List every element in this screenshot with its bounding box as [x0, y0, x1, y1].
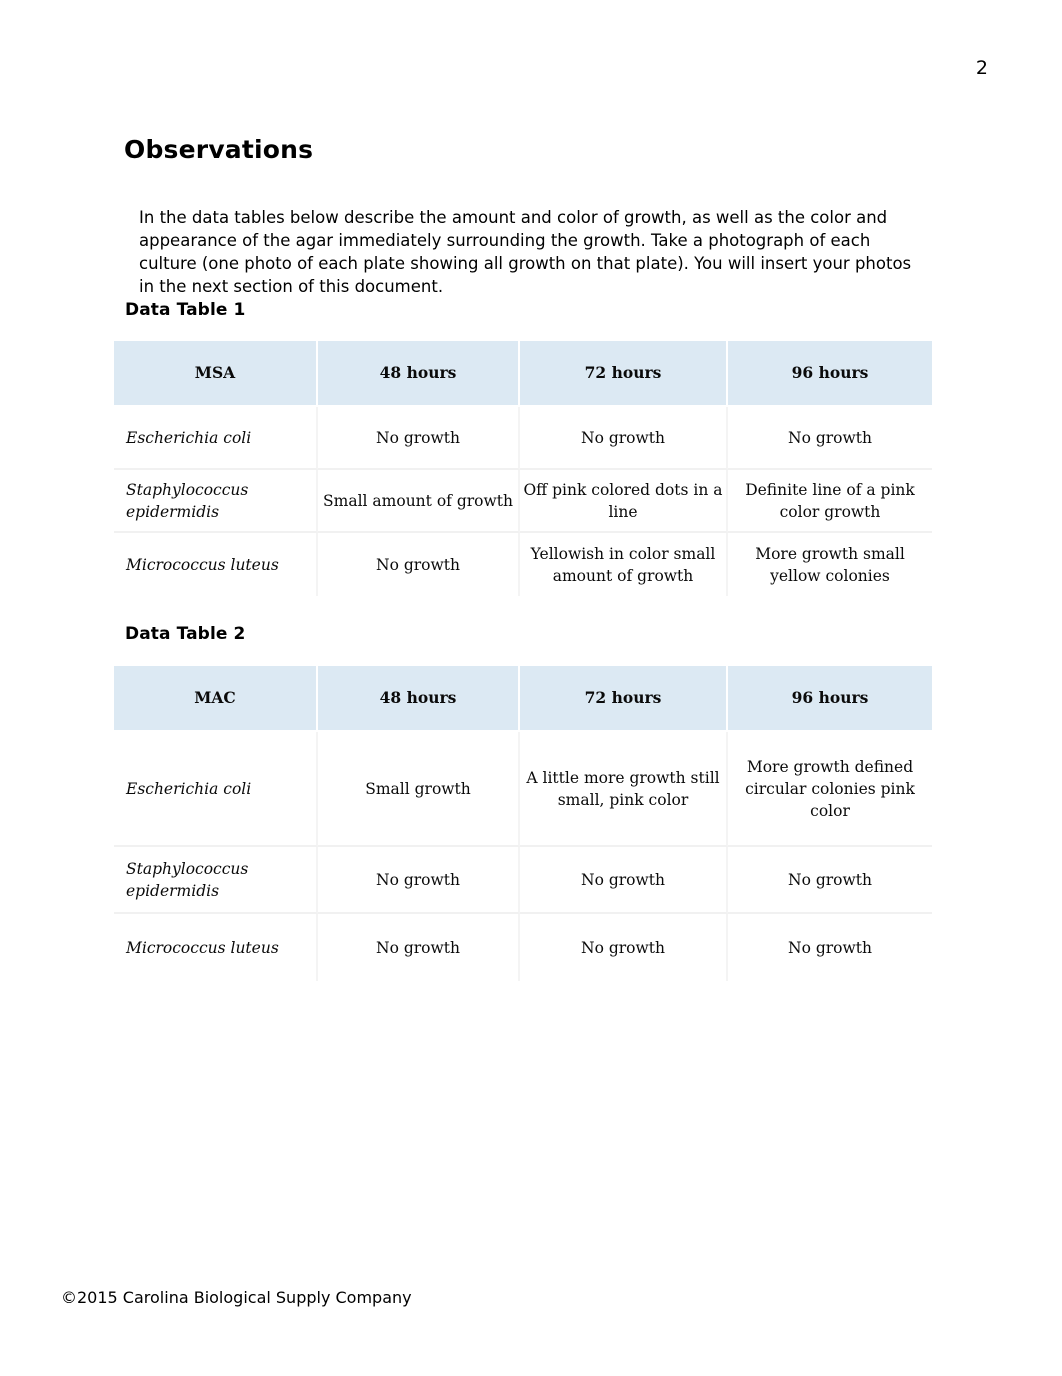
table-1-header-cell-medium: MSA — [114, 341, 318, 407]
table-1-body: Escherichia coli No growth No growth No … — [114, 407, 932, 596]
observation-cell[interactable]: No growth — [520, 407, 728, 470]
table-2-header-cell-72-hours: 72 hours — [520, 666, 728, 732]
observation-cell[interactable]: Yellowish in color small amount of growt… — [520, 533, 728, 596]
observation-cell[interactable]: No growth — [728, 407, 932, 470]
table-1-header-cell-48-hours: 48 hours — [318, 341, 520, 407]
document-page: 2 Observations In the data tables below … — [0, 0, 1062, 1376]
species-name: Escherichia coli — [114, 407, 318, 470]
species-name: Escherichia coli — [114, 732, 318, 847]
observation-cell[interactable]: More growth defined circular colonies pi… — [728, 732, 932, 847]
data-table-2-caption: Data Table 2 — [125, 624, 246, 644]
table-row: Staphylococcus epidermidis Small amount … — [114, 470, 932, 533]
table-2-header-cell-48-hours: 48 hours — [318, 666, 520, 732]
observation-cell[interactable]: Definite line of a pink color growth — [728, 470, 932, 533]
observation-cell[interactable]: No growth — [520, 847, 728, 914]
observation-cell[interactable]: No growth — [728, 914, 932, 981]
table-2-header-cell-medium: MAC — [114, 666, 318, 732]
observation-cell[interactable]: No growth — [318, 847, 520, 914]
table-1-header-cell-72-hours: 72 hours — [520, 341, 728, 407]
table-row: Micrococcus luteus No growth Yellowish i… — [114, 533, 932, 596]
table-header-row: MSA 48 hours 72 hours 96 hours — [114, 341, 932, 407]
observation-cell[interactable]: No growth — [520, 914, 728, 981]
observation-cell[interactable]: No growth — [318, 914, 520, 981]
observation-cell[interactable]: Small amount of growth — [318, 470, 520, 533]
species-name: Staphylococcus epidermidis — [114, 470, 318, 533]
table-header-row: MAC 48 hours 72 hours 96 hours — [114, 666, 932, 732]
species-name: Micrococcus luteus — [114, 533, 318, 596]
table-2-header: MAC 48 hours 72 hours 96 hours — [114, 666, 932, 732]
observation-cell[interactable]: No growth — [318, 407, 520, 470]
data-table-1: MSA 48 hours 72 hours 96 hours Escherich… — [114, 341, 932, 596]
table-1-header-cell-96-hours: 96 hours — [728, 341, 932, 407]
observation-cell[interactable]: No growth — [728, 847, 932, 914]
species-name: Staphylococcus epidermidis — [114, 847, 318, 914]
observation-cell[interactable]: Small growth — [318, 732, 520, 847]
observation-cell[interactable]: More growth small yellow colonies — [728, 533, 932, 596]
page-title: Observations — [124, 134, 314, 164]
table-2-header-cell-96-hours: 96 hours — [728, 666, 932, 732]
table-1-header: MSA 48 hours 72 hours 96 hours — [114, 341, 932, 407]
instructions-paragraph: In the data tables below describe the am… — [139, 207, 912, 296]
table-row: Micrococcus luteus No growth No growth N… — [114, 914, 932, 981]
table-row: Escherichia coli Small growth A little m… — [114, 732, 932, 847]
species-name: Micrococcus luteus — [114, 914, 318, 981]
data-table-2: MAC 48 hours 72 hours 96 hours Escherich… — [114, 666, 932, 981]
observation-cell[interactable]: A little more growth still small, pink c… — [520, 732, 728, 847]
table-row: Escherichia coli No growth No growth No … — [114, 407, 932, 470]
observation-cell[interactable]: No growth — [318, 533, 520, 596]
table-row: Staphylococcus epidermidis No growth No … — [114, 847, 932, 914]
copyright-footer: ©2015 Carolina Biological Supply Company — [61, 1288, 412, 1307]
data-table-1-caption: Data Table 1 — [125, 300, 246, 320]
page-number: 2 — [975, 57, 988, 79]
observation-cell[interactable]: Off pink colored dots in a line — [520, 470, 728, 533]
table-2-body: Escherichia coli Small growth A little m… — [114, 732, 932, 981]
